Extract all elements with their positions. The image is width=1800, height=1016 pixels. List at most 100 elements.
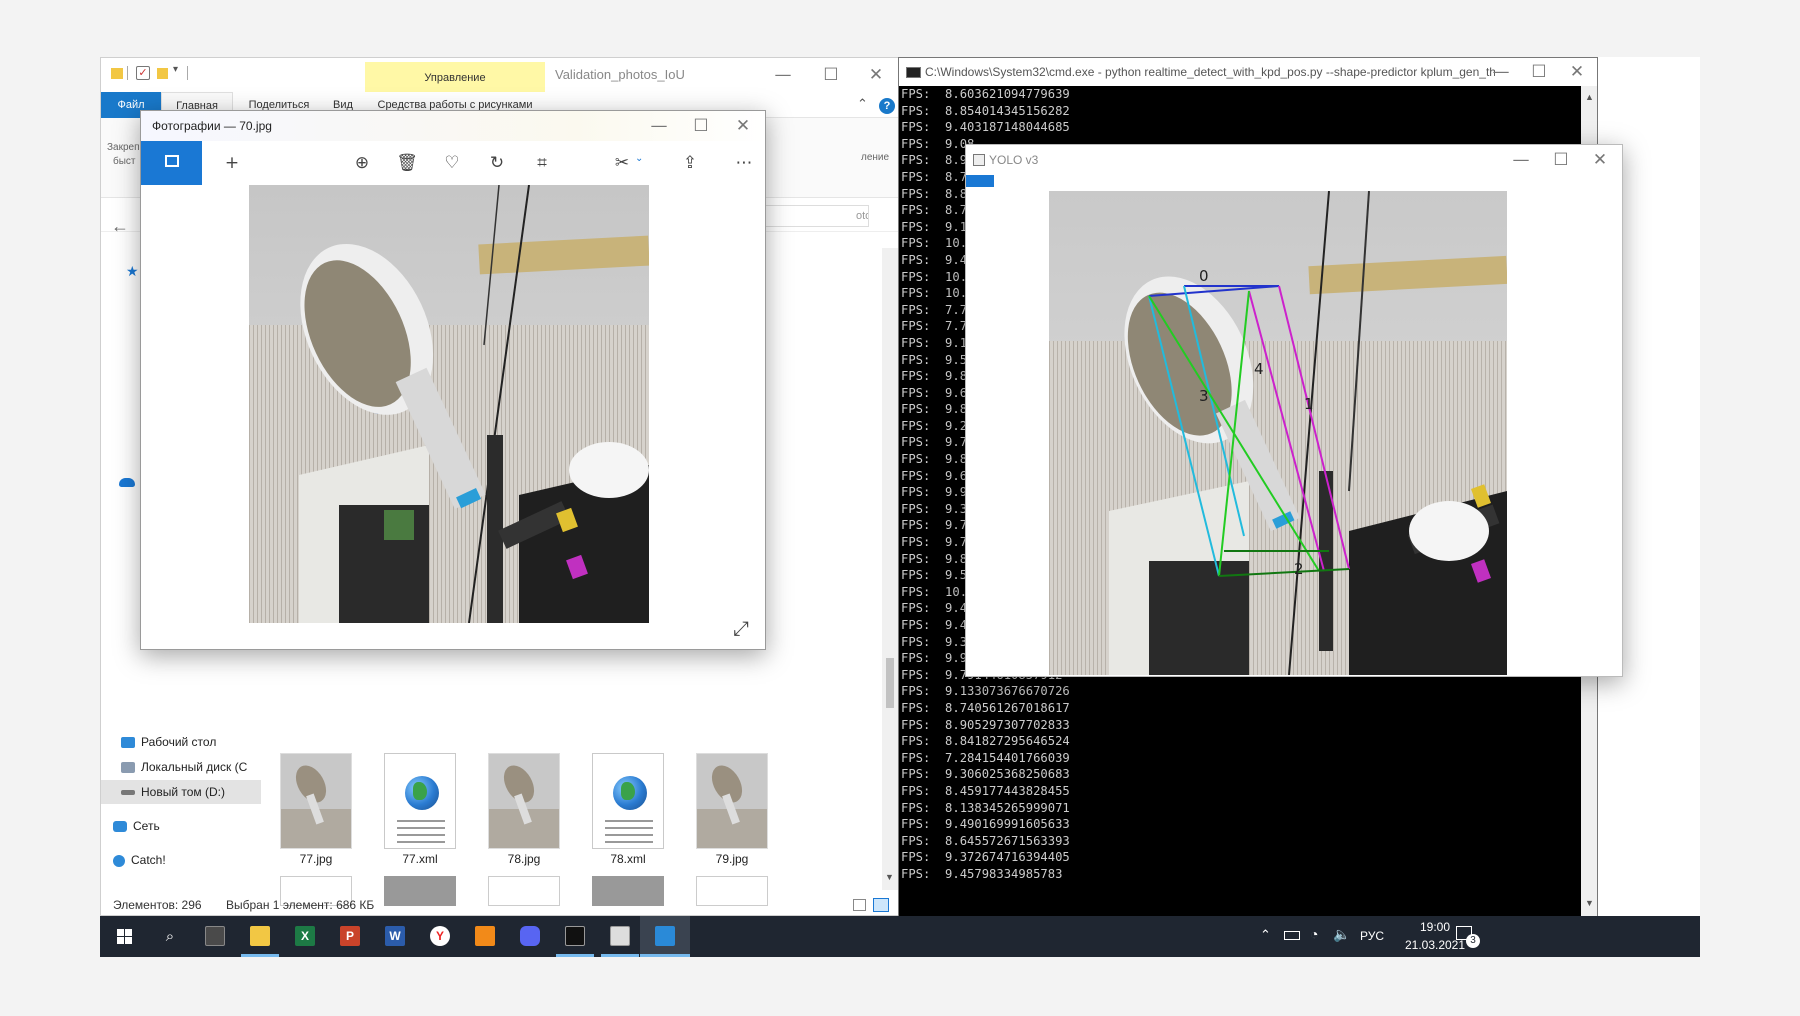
nav-item-new-volume-d[interactable]: Новый том (D:) — [121, 780, 225, 804]
help-icon[interactable]: ? — [879, 98, 895, 114]
nav-item-label: Сеть — [133, 819, 160, 833]
nav-item-local-disk-c[interactable]: Локальный диск (C — [121, 755, 247, 779]
maximize-button[interactable]: ☐ — [681, 111, 721, 141]
start-icon[interactable] — [100, 916, 150, 957]
view-icon[interactable] — [141, 141, 202, 185]
cmd-title: C:\Windows\System32\cmd.exe - python rea… — [925, 65, 1495, 79]
yandex-browser-icon[interactable]: Y — [415, 916, 465, 957]
calculator-glyph — [205, 926, 225, 946]
nav-item-desktop[interactable]: Рабочий стол — [121, 730, 216, 754]
app-window-icon[interactable] — [595, 916, 645, 957]
divider — [187, 66, 188, 80]
divider — [127, 66, 128, 80]
file-item-77-xml[interactable]: 77.xml — [380, 753, 460, 866]
active-indicator — [601, 954, 639, 957]
minimize-button[interactable]: — — [763, 60, 803, 90]
cmd-icon — [906, 67, 921, 78]
details-view-icon[interactable] — [853, 899, 866, 911]
search-field-text: otos... — [856, 210, 868, 222]
quick-access-dropdown-icon[interactable]: ▾ — [173, 64, 178, 75]
thumbnail — [280, 753, 352, 849]
nav-item-label: Catch! — [131, 853, 166, 867]
chevron-down-icon[interactable]: ⌄ — [635, 153, 643, 164]
terminal-icon[interactable] — [550, 916, 600, 957]
back-arrow-icon[interactable]: ← — [111, 216, 129, 237]
keypoint-label-1: 1 — [1304, 395, 1314, 413]
file-item-79-jpg[interactable]: 79.jpg — [692, 753, 772, 866]
status-selection: Выбран 1 элемент: 686 КБ — [226, 898, 375, 912]
taskbar: ⌕ X P W Y ⌃ ◔ 🔈 РУС 19:00 21.03.2021 3 — [100, 916, 1700, 957]
nav-item-network[interactable]: Сеть — [113, 814, 160, 838]
wifi-icon[interactable]: ◔ — [1310, 926, 1318, 942]
favorite-icon[interactable]: ♡ — [437, 141, 467, 185]
minimize-button[interactable]: — — [1481, 57, 1521, 87]
terminal-glyph — [565, 926, 585, 946]
chevron-up-icon[interactable]: ⌃ — [1260, 927, 1271, 943]
maximize-button[interactable]: ☐ — [1519, 57, 1559, 87]
rotate-icon[interactable]: ↻ — [482, 141, 512, 185]
scroll-down-icon[interactable]: ▼ — [1585, 898, 1594, 908]
word-icon[interactable]: W — [370, 916, 420, 957]
file-grid: 77.jpg 77.xml 78.jpg 78.xml 79.jpg — [276, 748, 876, 908]
zoom-icon[interactable]: ⊕ — [347, 141, 377, 185]
cmd-output-line: FPS: 9.306025368250683 — [901, 767, 1070, 782]
edit-icon[interactable]: ✂ — [607, 141, 637, 185]
scroll-down-icon[interactable]: ▼ — [885, 872, 894, 882]
quick-access-star-icon[interactable]: ★ — [126, 263, 139, 280]
manage-tab-label[interactable]: Управление — [365, 62, 545, 92]
close-button[interactable]: ✕ — [1557, 57, 1597, 87]
file-item-78-jpg[interactable]: 78.jpg — [484, 753, 564, 866]
expand-icon[interactable]: ⤢ — [733, 616, 749, 640]
photos-toolbar: + ⊕ 🗑 ♡ ↻ ⌗ ✂ ⌄ ⇪ ⋯ — [141, 141, 765, 185]
scroll-up-icon[interactable]: ▲ — [1585, 92, 1594, 102]
photos-icon[interactable] — [640, 916, 690, 957]
file-explorer-icon[interactable] — [235, 916, 285, 957]
onedrive-icon[interactable] — [119, 478, 135, 487]
discord-icon[interactable] — [505, 916, 555, 957]
sublime-text-icon[interactable] — [460, 916, 510, 957]
calculator-icon[interactable] — [190, 916, 240, 957]
delete-icon[interactable]: 🗑 — [392, 141, 422, 185]
minimize-button[interactable]: — — [1501, 145, 1541, 175]
explorer-scrollbar[interactable]: ▼ — [882, 248, 898, 890]
maximize-button[interactable]: ☐ — [811, 60, 851, 90]
language-indicator[interactable]: РУС — [1360, 929, 1384, 943]
yolo-window: YOLO v3 — ☐ ✕ 0 1 2 3 4 — [965, 144, 1623, 677]
more-icon[interactable]: ⋯ — [729, 141, 759, 185]
file-item-77-jpg[interactable]: 77.jpg — [276, 753, 356, 866]
nav-item-label: Новый том (D:) — [141, 785, 225, 799]
search-field[interactable]: otos... — [759, 205, 869, 227]
large-icons-view-icon[interactable] — [873, 898, 889, 912]
cmd-output-line: FPS: 9.372674716394405 — [901, 850, 1070, 865]
collapse-ribbon-icon[interactable]: ⌃ — [857, 96, 868, 112]
excel-icon[interactable]: X — [280, 916, 330, 957]
yolo-accent-strip — [966, 175, 994, 187]
share-icon[interactable]: ⇪ — [675, 141, 705, 185]
battery-icon[interactable] — [1284, 931, 1300, 940]
close-button[interactable]: ✕ — [1580, 145, 1620, 175]
powerpoint-icon[interactable]: P — [325, 916, 375, 957]
cmd-titlebar: C:\Windows\System32\cmd.exe - python rea… — [899, 58, 1597, 86]
close-button[interactable]: ✕ — [723, 111, 763, 141]
add-icon[interactable]: + — [217, 141, 247, 185]
new-folder-icon[interactable] — [157, 68, 168, 79]
scrollbar-thumb[interactable] — [886, 658, 894, 708]
cmd-output-line: FPS: 8.138345265999071 — [901, 800, 1070, 815]
powerpoint-glyph: P — [340, 926, 360, 946]
properties-icon[interactable]: ✓ — [136, 66, 150, 80]
maximize-button[interactable]: ☐ — [1541, 145, 1581, 175]
detection-frame: 0 1 2 3 4 — [1049, 191, 1507, 675]
drive-icon — [121, 790, 135, 796]
search-icon[interactable]: ⌕ — [145, 916, 195, 957]
crop-icon[interactable]: ⌗ — [527, 141, 557, 185]
minimize-button[interactable]: — — [639, 111, 679, 141]
volume-icon[interactable]: 🔈 — [1333, 926, 1350, 943]
close-button[interactable]: ✕ — [856, 60, 896, 90]
catch-icon — [113, 854, 125, 867]
keypoint-label-3: 3 — [1199, 387, 1209, 405]
ribbon-right-label: ление — [861, 152, 890, 163]
file-item-78-xml[interactable]: 78.xml — [588, 753, 668, 866]
clock-date[interactable]: 21.03.2021 — [1400, 938, 1470, 952]
image-glyph — [165, 155, 179, 167]
nav-item-catch[interactable]: Catch! — [113, 848, 166, 872]
